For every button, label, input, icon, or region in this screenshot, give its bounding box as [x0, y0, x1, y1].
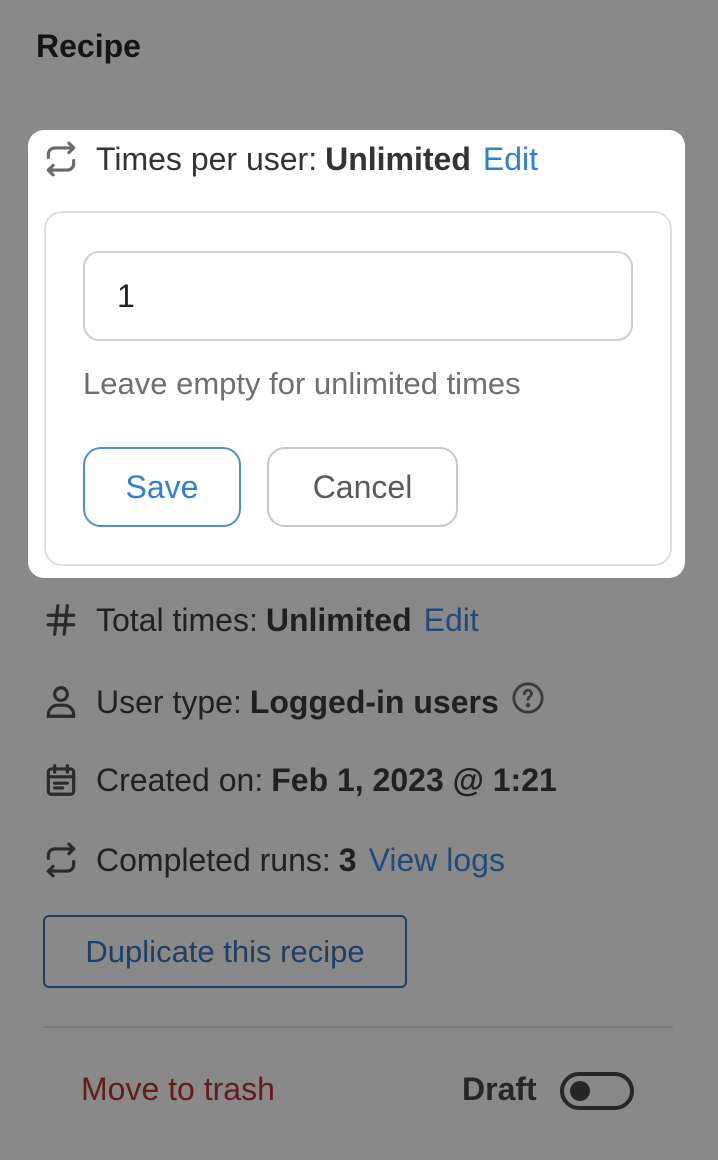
- user-type-row: User type: Logged-in users: [42, 681, 545, 723]
- total-times-edit-link[interactable]: Edit: [424, 602, 479, 639]
- total-times-value: Unlimited: [265, 601, 412, 638]
- toggle-knob: [570, 1081, 590, 1101]
- user-type-value: Logged-in users: [249, 683, 499, 720]
- times-per-user-hint: Leave empty for unlimited times: [83, 366, 521, 401]
- repeat-icon: [42, 140, 80, 178]
- total-times-row: Total times: Unlimited Edit: [42, 601, 479, 639]
- view-logs-link[interactable]: View logs: [369, 842, 505, 879]
- completed-runs-value: 3: [338, 841, 357, 878]
- draft-toggle[interactable]: [560, 1072, 634, 1110]
- calendar-icon: [42, 761, 80, 799]
- repeat-icon: [42, 841, 80, 879]
- cancel-button[interactable]: Cancel: [267, 447, 458, 527]
- times-per-user-input[interactable]: [83, 251, 633, 341]
- divider: [43, 1026, 673, 1028]
- question-circle-icon[interactable]: [499, 681, 545, 723]
- times-per-user-row: Times per user: Unlimited Edit: [42, 140, 538, 178]
- user-icon: [42, 683, 80, 721]
- times-per-user-label: Times per user:: [96, 140, 318, 177]
- save-button[interactable]: Save: [83, 447, 241, 527]
- times-per-user-edit-link[interactable]: Edit: [483, 141, 538, 178]
- total-times-label: Total times:: [96, 601, 258, 638]
- created-on-row: Created on: Feb 1, 2023 @ 1:21: [42, 761, 557, 799]
- completed-runs-row: Completed runs: 3 View logs: [42, 841, 505, 879]
- times-per-user-value: Unlimited: [325, 140, 471, 177]
- duplicate-recipe-button[interactable]: Duplicate this recipe: [43, 915, 407, 988]
- user-type-label: User type:: [96, 683, 242, 720]
- hash-icon: [42, 601, 80, 639]
- panel-title: Recipe: [36, 28, 141, 64]
- created-on-label: Created on:: [96, 761, 264, 798]
- completed-runs-label: Completed runs:: [96, 841, 331, 878]
- move-to-trash-link[interactable]: Move to trash: [81, 1071, 275, 1108]
- created-on-value: Feb 1, 2023 @ 1:21: [271, 761, 557, 798]
- status-label: Draft: [462, 1071, 537, 1107]
